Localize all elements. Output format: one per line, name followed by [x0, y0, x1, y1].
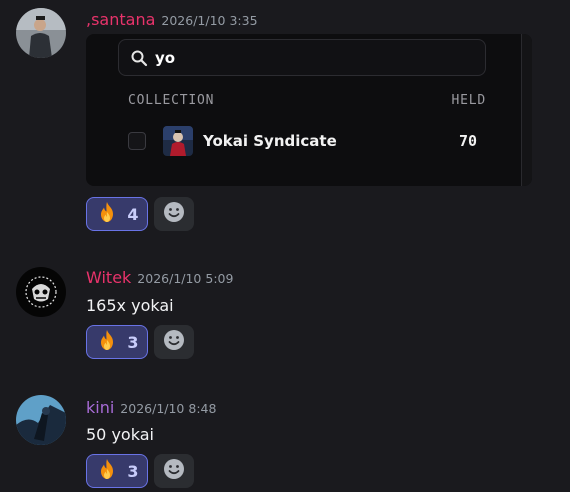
column-header-held[interactable]: HELD: [451, 93, 486, 108]
fire-emoji-icon: [95, 200, 119, 228]
message-text: 50 yokai: [86, 425, 154, 444]
search-field[interactable]: [118, 39, 486, 76]
avatar[interactable]: [16, 267, 66, 317]
smiley-icon: [163, 201, 185, 227]
reaction-count: 3: [127, 332, 139, 352]
reaction-count: 4: [127, 204, 139, 224]
collection-thumbnail: [163, 126, 193, 156]
avatar[interactable]: [16, 8, 66, 58]
avatar[interactable]: [16, 395, 66, 445]
row-checkbox[interactable]: [128, 132, 146, 150]
timestamp: 2026/1/10 8:48: [120, 401, 217, 416]
add-reaction-button[interactable]: [154, 454, 194, 488]
scrollbar[interactable]: [521, 34, 532, 186]
table-row[interactable]: Yokai Syndicate 70: [86, 125, 522, 157]
fire-emoji-icon: [95, 457, 119, 485]
reaction-fire[interactable]: 3: [86, 454, 148, 488]
add-reaction-button[interactable]: [154, 325, 194, 359]
search-input[interactable]: [155, 47, 455, 69]
fire-emoji-icon: [95, 328, 119, 356]
collection-embed: COLLECTION HELD Yokai Syndicate 70: [86, 34, 532, 186]
held-count: 70: [458, 132, 477, 150]
smiley-icon: [163, 329, 185, 355]
add-reaction-button[interactable]: [154, 197, 194, 231]
username[interactable]: ,santana: [86, 10, 155, 29]
reaction-count: 3: [127, 461, 139, 481]
search-icon: [131, 50, 148, 71]
timestamp: 2026/1/10 5:09: [137, 271, 234, 286]
column-header-collection[interactable]: COLLECTION: [128, 93, 214, 108]
username[interactable]: kini: [86, 398, 114, 417]
collection-name: Yokai Syndicate: [203, 132, 337, 150]
message-text: 165x yokai: [86, 296, 174, 315]
reaction-fire[interactable]: 3: [86, 325, 148, 359]
smiley-icon: [163, 458, 185, 484]
username[interactable]: Witek: [86, 268, 131, 287]
reaction-fire[interactable]: 4: [86, 197, 148, 231]
timestamp: 2026/1/10 3:35: [161, 13, 258, 28]
